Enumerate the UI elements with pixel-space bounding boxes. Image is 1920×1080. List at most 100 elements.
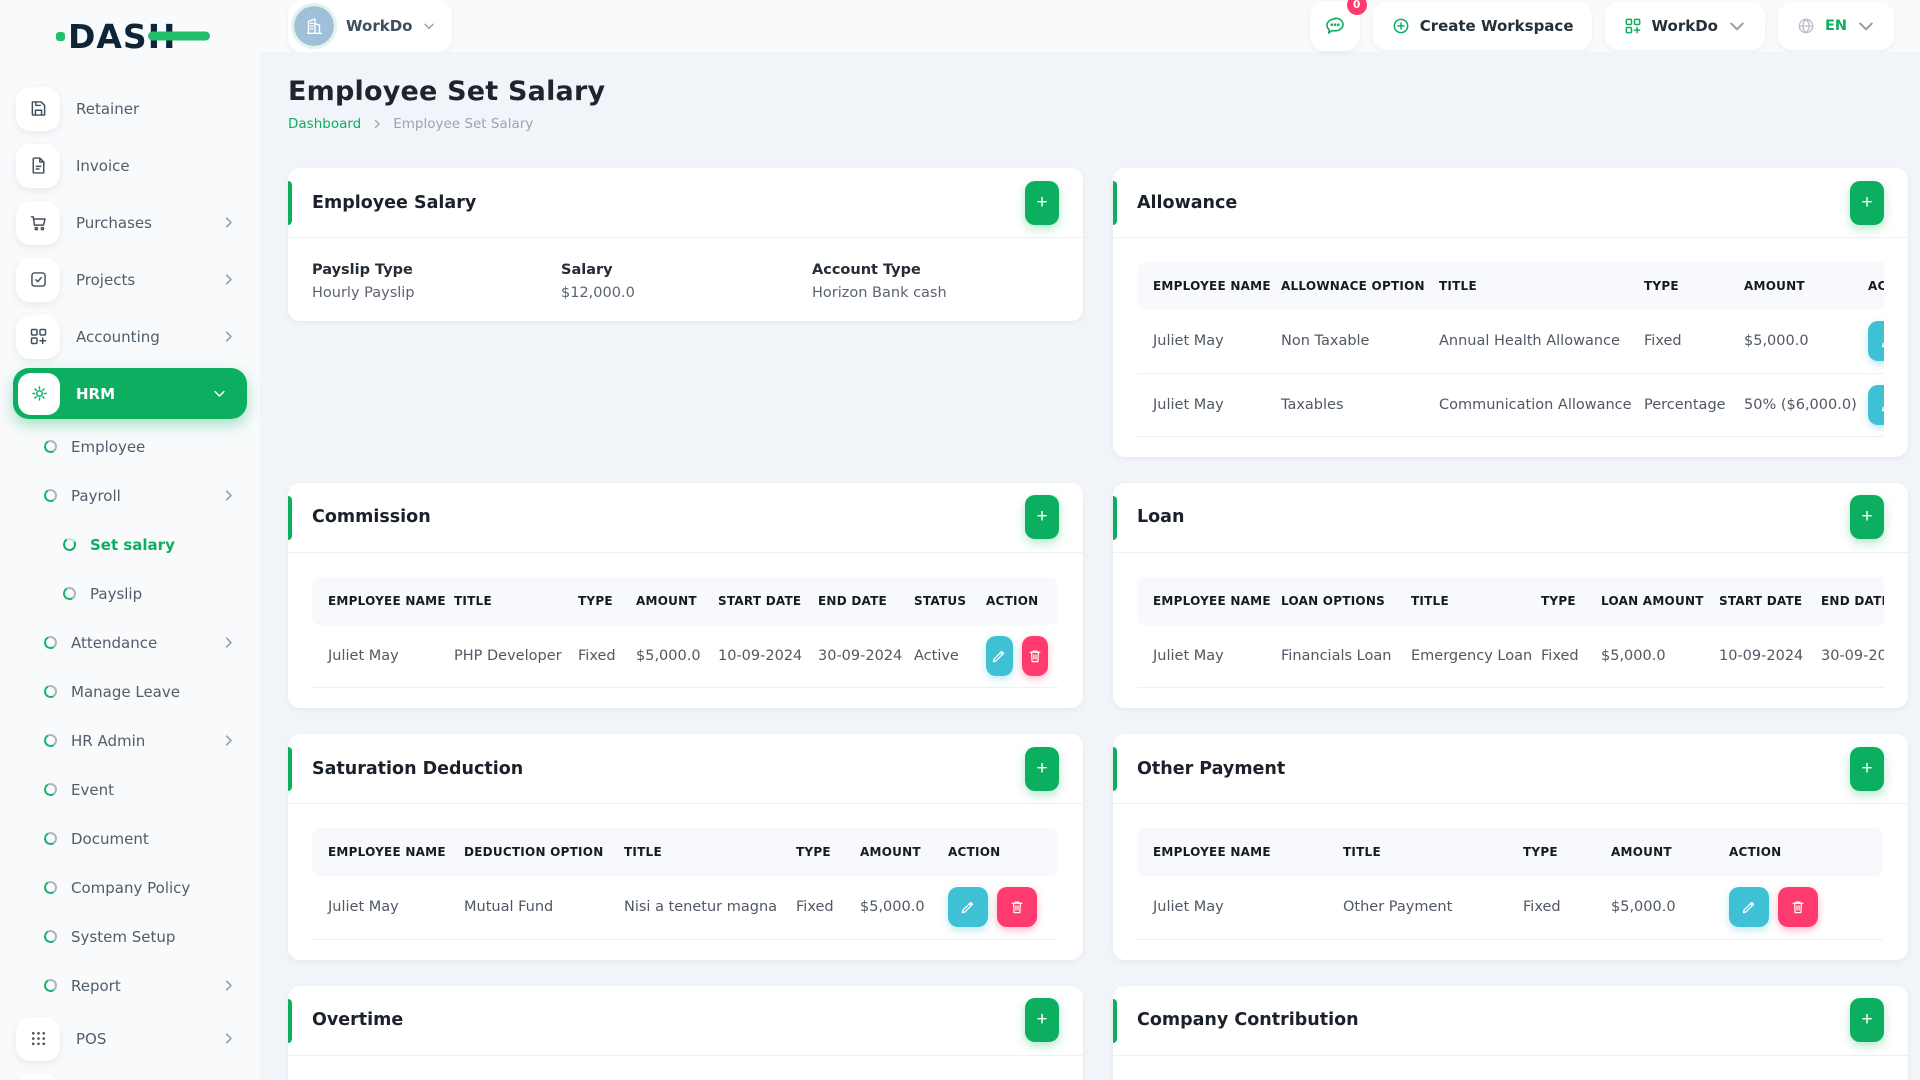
sidebar-item-payslip[interactable]: Payslip [0,569,260,618]
edit-button[interactable] [1729,887,1769,928]
column-header: TYPE [780,828,844,876]
column-header: TITLE [1395,576,1525,625]
workdo-menu-button[interactable]: WorkDo [1604,2,1765,50]
actions-cell [932,876,1058,940]
sidebar-item-report[interactable]: Report [0,961,260,1010]
column-header: EMPLOYEE NAME [312,828,448,876]
sidebar-item-label: Manage Leave [71,682,180,701]
team-icon [18,372,60,415]
grid-plus-icon [1623,16,1643,36]
table-row: Juliet May Non Taxable Annual Health Allow… [1137,310,1884,374]
data-table: EMPLOYEE NAME ALLOWNACE OPTION TITLE TYPE AM… [1137,262,1884,437]
sidebar-item-hrm[interactable]: HRM [13,368,247,419]
table-row: Juliet May Financials Loan Emergency Loan F… [1137,624,1884,688]
bullet-ring-icon [61,536,78,553]
bullet-ring-icon [42,830,59,847]
breadcrumb-dashboard-link[interactable]: Dashboard [288,116,361,132]
table-cell: Fixed [562,624,620,688]
data-table: EMPLOYEE NAME LOAN OPTIONS TITLE TYPE LOAN A… [1137,576,1884,688]
sidebar-item-hr-admin[interactable]: HR Admin [0,716,260,765]
edit-button[interactable] [986,635,1013,676]
table-cell: Mutual Fund [448,876,608,940]
other-payment-card: Other Payment + EMPLOYEE NAME TITLE TYPE AMOU… [1113,734,1908,960]
chat-bubble-icon [1325,17,1344,34]
table-cell: Communication Allowance [1423,373,1632,437]
delete-button[interactable] [1021,635,1048,676]
table-cell: 10-09-2024 [1703,624,1805,688]
delete-button[interactable] [1778,887,1818,928]
sidebar-item-document[interactable]: Document [0,814,260,863]
sidebar-item-label: POS [76,1029,107,1048]
language-selector[interactable]: EN [1777,2,1894,50]
add-button[interactable]: + [1025,746,1059,791]
bullet-ring-icon [42,634,59,651]
sidebar-item-label: Retainer [76,99,140,118]
add-button[interactable]: + [1850,180,1884,225]
sidebar-item-invoice[interactable]: Invoice [0,137,260,194]
sidebar-item-label: HR Admin [71,731,146,750]
bullet-ring-icon [61,585,78,602]
chevron-right-icon [221,1031,236,1046]
add-button[interactable]: + [1850,746,1884,791]
chevron-right-icon [221,733,236,748]
add-button[interactable]: + [1025,180,1059,225]
table-cell: Taxables [1265,373,1423,437]
sidebar-item-purchases[interactable]: Purchases [0,194,260,251]
sidebar-item-set-salary[interactable]: Set salary [0,520,260,569]
plus-circle-icon [1391,16,1411,36]
sidebar-item-system-setup[interactable]: System Setup [0,912,260,961]
column-header: AMOUNT [620,576,702,625]
add-button[interactable]: + [1025,998,1059,1042]
app-root: DASH Retainer Invoice Purchases Projects Acc… [0,0,1920,1080]
card-body [1113,1056,1908,1080]
sidebar-item-projects[interactable]: Projects [0,251,260,308]
sidebar-item-event[interactable]: Event [0,765,260,814]
sidebar-item-label: Set salary [90,535,175,554]
edit-button[interactable] [948,887,988,928]
sidebar-item-retainer[interactable]: Retainer [0,80,260,137]
table-cell: Juliet May [1137,373,1265,437]
page-content: Employee Set Salary Dashboard Employee S… [260,52,1920,1080]
sidebar-item-attendance[interactable]: Attendance [0,618,260,667]
topbar: WorkDo 0 Create Workspace WorkDo EN [260,0,1920,52]
column-header: END DATE [1805,576,1884,625]
workspace-name: WorkDo [346,17,413,35]
sidebar-item-manage-leave[interactable]: Manage Leave [0,667,260,716]
add-button[interactable]: + [1850,495,1884,539]
workspace-selector[interactable]: WorkDo [288,0,453,52]
sidebar: DASH Retainer Invoice Purchases Projects Acc… [0,0,260,1080]
card-body: EMPLOYEE NAME DEDUCTION OPTION TITLE TYPE AM… [288,804,1083,960]
table-cell: Fixed [780,876,844,940]
card-header: Allowance + [1113,168,1908,238]
sidebar-item-crm[interactable]: CRM [0,1067,260,1080]
field-label: Payslip Type [312,262,413,278]
building-icon [306,18,323,35]
data-table: EMPLOYEE NAME DEDUCTION OPTION TITLE TYPE AM… [312,828,1058,940]
cards-grid: Employee Salary + Payslip Type Hourly Paysl… [288,168,1908,1080]
sidebar-item-accounting[interactable]: Accounting [0,308,260,365]
messages-button[interactable]: 0 [1309,0,1367,51]
add-button[interactable]: + [1850,998,1884,1042]
column-header: LOAN AMOUNT [1585,576,1703,625]
add-button[interactable]: + [1025,495,1059,539]
bullet-ring-icon [42,928,59,945]
sidebar-item-employee[interactable]: Employee [0,422,260,471]
workdo-menu-label: WorkDo [1651,17,1718,35]
sidebar-item-label: Payslip [90,584,143,603]
sidebar-item-label: HRM [76,384,116,403]
chat-badge: 0 [1346,0,1367,15]
sidebar-item-pos[interactable]: POS [0,1010,260,1067]
app-logo[interactable]: DASH [0,0,260,72]
column-header: DEDUCTION OPTION [448,828,608,876]
edit-button[interactable] [1868,384,1884,425]
column-header: END DATE [802,576,898,625]
commission-card: Commission + EMPLOYEE NAME TITLE TYPE AMOUNT S… [288,482,1083,708]
create-workspace-button[interactable]: Create Workspace [1372,2,1592,50]
table-row: Juliet May Other Payment Fixed $5,000.0 [1137,876,1883,940]
actions-cell [1852,373,1884,437]
delete-button[interactable] [997,887,1037,928]
sidebar-item-company-policy[interactable]: Company Policy [0,863,260,912]
edit-button[interactable] [1868,321,1884,362]
sidebar-item-payroll[interactable]: Payroll [0,471,260,520]
field: Payslip Type Hourly Payslip [312,262,561,301]
